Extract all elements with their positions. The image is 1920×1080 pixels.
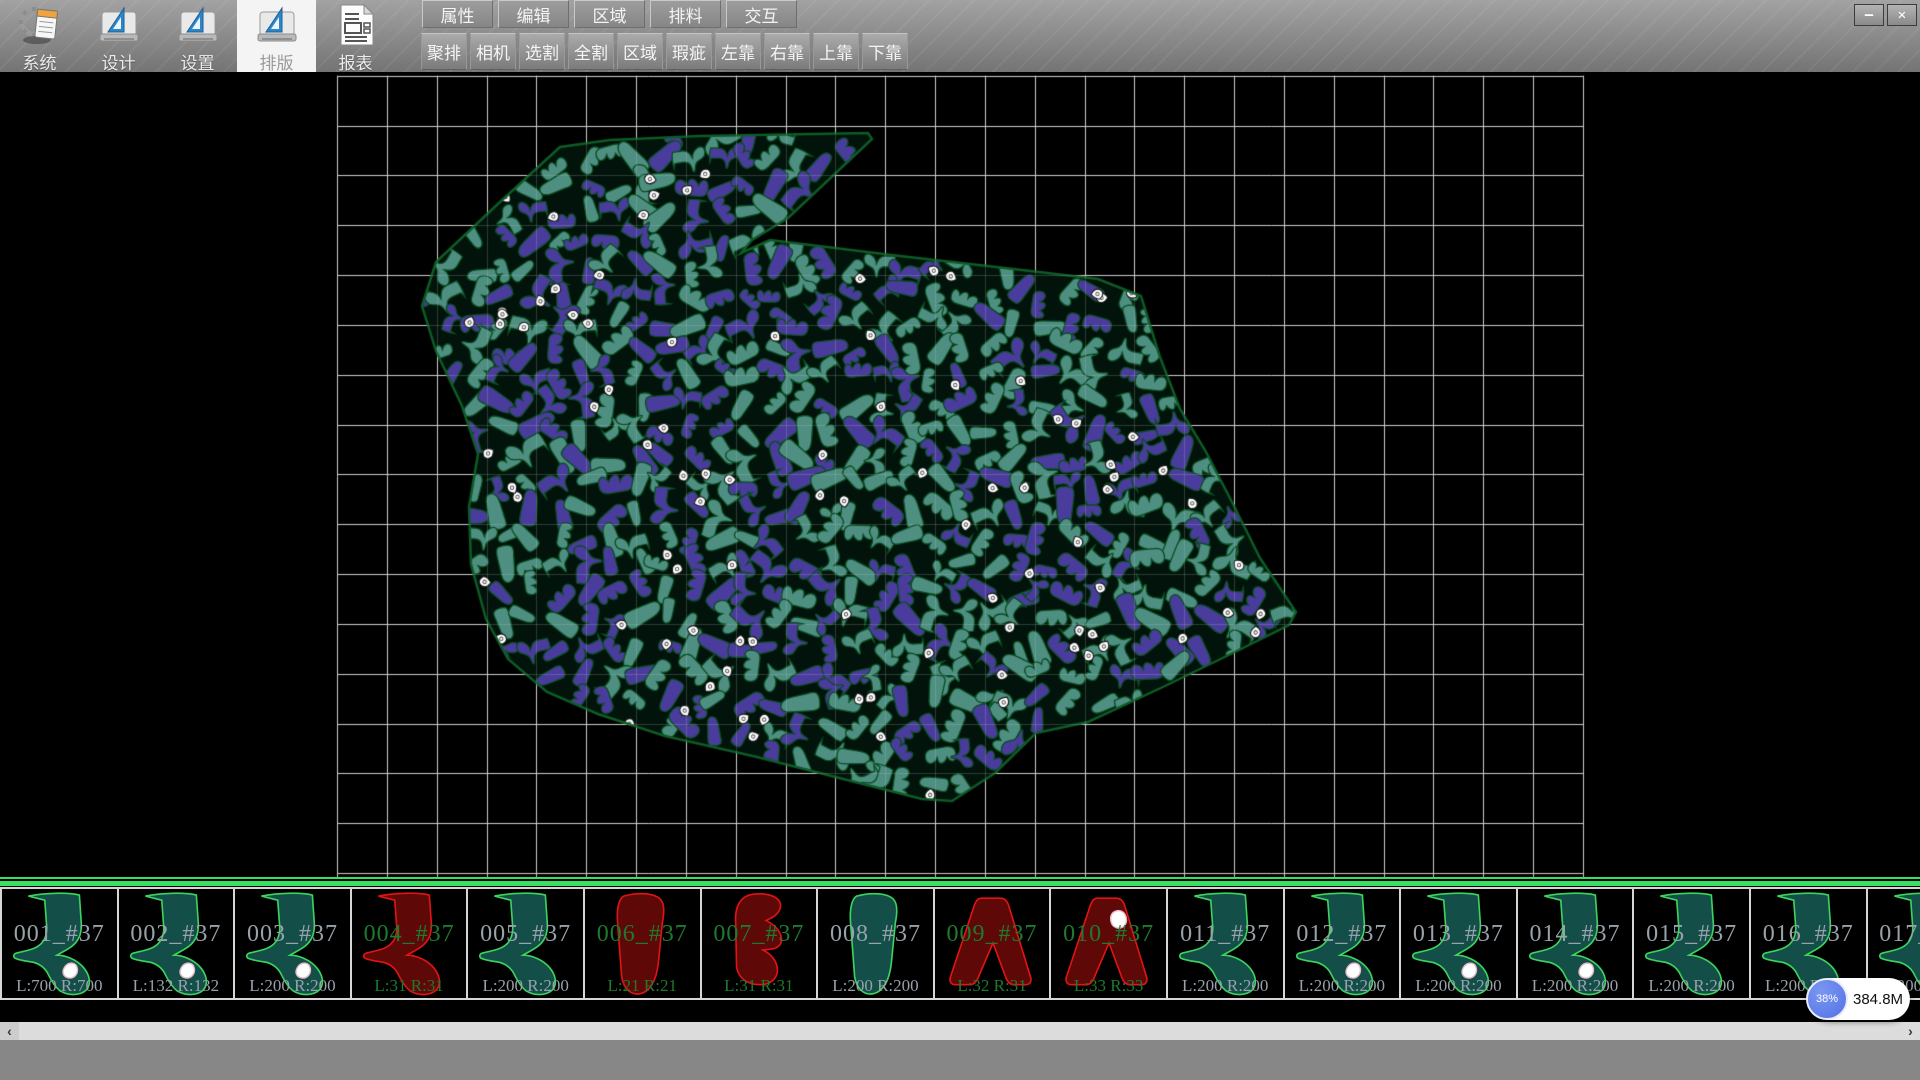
piece-id-label: 006_#37 bbox=[585, 921, 700, 948]
piece-id-label: 012_#37 bbox=[1285, 921, 1400, 948]
piece-lr-label: L:200 R:200 bbox=[235, 976, 350, 996]
tool-align-left[interactable]: 左靠 bbox=[715, 33, 761, 70]
ruler-icon bbox=[175, 2, 221, 48]
scroll-left-arrow[interactable]: ‹ bbox=[0, 1022, 19, 1040]
piece-id-label: 008_#37 bbox=[818, 921, 933, 948]
menu-bar: 属性编辑区域排料交互 bbox=[422, 0, 797, 30]
menu-edit[interactable]: 编辑 bbox=[498, 0, 569, 28]
piece-id-label: 001_#37 bbox=[2, 921, 117, 948]
piece-lr-label: L:200 R:200 bbox=[1285, 976, 1400, 996]
horizontal-scrollbar[interactable]: ‹ › bbox=[0, 1022, 1920, 1040]
piece-thumbnail[interactable]: 010_#37 L:33 R:33 bbox=[1049, 887, 1168, 1000]
tool-align-top[interactable]: 上靠 bbox=[813, 33, 859, 70]
piece-thumbnail[interactable]: 002_#37 L:132 R:132 bbox=[117, 887, 236, 1000]
report-icon bbox=[333, 2, 379, 48]
piece-lr-label: L:132 R:132 bbox=[119, 976, 234, 996]
menu-material[interactable]: 排料 bbox=[650, 0, 721, 28]
piece-thumbnail[interactable]: 013_#37 L:200 R:200 bbox=[1399, 887, 1518, 1000]
tool-defect[interactable]: 瑕疵 bbox=[666, 33, 712, 70]
piece-thumbnail-strip: 001_#37L:700 R:700002_#37L:132 R:132003_… bbox=[0, 887, 1920, 1000]
app-tab-label: 设置 bbox=[181, 49, 215, 74]
strip-separator-band bbox=[0, 881, 1920, 886]
piece-lr-label: L:200 R:200 bbox=[1168, 976, 1283, 996]
piece-thumbnail[interactable]: 015_#37 L:200 R:200 bbox=[1632, 887, 1751, 1000]
piece-lr-label: L:200 R:200 bbox=[468, 976, 583, 996]
tool-camera[interactable]: 相机 bbox=[470, 33, 516, 70]
piece-thumbnail[interactable]: 005_#37 L:200 R:200 bbox=[466, 887, 585, 1000]
app-tab-label: 排版 bbox=[260, 49, 294, 74]
tool-full-cut[interactable]: 全割 bbox=[568, 33, 614, 70]
piece-id-label: 004_#37 bbox=[352, 921, 467, 948]
piece-thumbnail[interactable]: 003_#37 L:200 R:200 bbox=[233, 887, 352, 1000]
menu-interact[interactable]: 交互 bbox=[726, 0, 797, 28]
menu-region[interactable]: 区域 bbox=[574, 0, 645, 28]
top-toolbar: 系统设计设置排版报表 属性编辑区域排料交互 聚排相机选割全割区域瑕疵左靠右靠上靠… bbox=[0, 0, 1920, 72]
app-tab-bar: 系统 设计 设置 排版 报表 bbox=[0, 0, 395, 72]
piece-id-label: 002_#37 bbox=[119, 921, 234, 948]
piece-lr-label: L:31 R:31 bbox=[352, 976, 467, 996]
window-footer bbox=[0, 1040, 1920, 1080]
progress-percent: 38% bbox=[1816, 993, 1838, 1005]
piece-id-label: 013_#37 bbox=[1401, 921, 1516, 948]
piece-thumbnail[interactable]: 014_#37 L:200 R:200 bbox=[1516, 887, 1635, 1000]
nesting-app-window: 系统设计设置排版报表 属性编辑区域排料交互 聚排相机选割全割区域瑕疵左靠右靠上靠… bbox=[0, 0, 1920, 1080]
piece-id-label: 017_#37 bbox=[1868, 921, 1920, 948]
piece-id-label: 014_#37 bbox=[1518, 921, 1633, 948]
memory-status-badge[interactable]: 38% 384.8M bbox=[1808, 978, 1910, 1020]
app-tab-label: 系统 bbox=[23, 49, 57, 74]
piece-lr-label: L:33 R:33 bbox=[1051, 976, 1166, 996]
piece-thumbnail[interactable]: 008_#37 L:200 R:200 bbox=[816, 887, 935, 1000]
piece-id-label: 003_#37 bbox=[235, 921, 350, 948]
piece-lr-label: L:31 R:31 bbox=[702, 976, 817, 996]
piece-thumbnail[interactable]: 011_#37 L:200 R:200 bbox=[1166, 887, 1285, 1000]
piece-thumbnail[interactable]: 009_#37 L:32 R:31 bbox=[933, 887, 1052, 1000]
piece-lr-label: L:21 R:21 bbox=[585, 976, 700, 996]
window-controls: — ✕ bbox=[1854, 4, 1917, 26]
tool-select-cut[interactable]: 选割 bbox=[519, 33, 565, 70]
piece-lr-label: L:200 R:200 bbox=[1634, 976, 1749, 996]
piece-lr-label: L:200 R:200 bbox=[1401, 976, 1516, 996]
app-tab-label: 报表 bbox=[339, 49, 373, 74]
ruler-icon bbox=[254, 2, 300, 48]
app-tab-system[interactable]: 系统 bbox=[0, 0, 79, 72]
app-tab-settings[interactable]: 设置 bbox=[158, 0, 237, 72]
tool-region[interactable]: 区域 bbox=[617, 33, 663, 70]
app-tab-report[interactable]: 报表 bbox=[316, 0, 395, 72]
menu-properties[interactable]: 属性 bbox=[422, 0, 493, 28]
tool-cluster-nest[interactable]: 聚排 bbox=[421, 33, 467, 70]
piece-thumbnail[interactable]: 001_#37 L:700 R:700 bbox=[0, 887, 119, 1000]
strip-separator-line bbox=[0, 877, 1920, 879]
progress-circle: 38% bbox=[1806, 978, 1848, 1020]
tool-align-bottom[interactable]: 下靠 bbox=[862, 33, 908, 70]
piece-id-label: 005_#37 bbox=[468, 921, 583, 948]
app-tab-label: 设计 bbox=[102, 49, 136, 74]
piece-lr-label: L:700 R:700 bbox=[2, 976, 117, 996]
nest-canvas[interactable] bbox=[0, 72, 1920, 877]
nesting-workspace: 001_#37L:700 R:700002_#37L:132 R:132003_… bbox=[0, 72, 1920, 1022]
piece-thumbnail[interactable]: 012_#37 L:200 R:200 bbox=[1283, 887, 1402, 1000]
piece-id-label: 015_#37 bbox=[1634, 921, 1749, 948]
piece-thumbnail[interactable]: 006_#37 L:21 R:21 bbox=[583, 887, 702, 1000]
piece-lr-label: L:32 R:31 bbox=[935, 976, 1050, 996]
piece-id-label: 010_#37 bbox=[1051, 921, 1166, 948]
system-icon bbox=[17, 2, 63, 48]
app-tab-layout[interactable]: 排版 bbox=[237, 0, 316, 72]
app-tab-design[interactable]: 设计 bbox=[79, 0, 158, 72]
piece-id-label: 011_#37 bbox=[1168, 921, 1283, 948]
scroll-right-arrow[interactable]: › bbox=[1901, 1022, 1920, 1040]
piece-id-label: 007_#37 bbox=[702, 921, 817, 948]
ruler-icon bbox=[96, 2, 142, 48]
piece-id-label: 009_#37 bbox=[935, 921, 1050, 948]
tool-bar: 聚排相机选割全割区域瑕疵左靠右靠上靠下靠 bbox=[421, 33, 908, 71]
memory-value: 384.8M bbox=[1853, 991, 1903, 1008]
tool-align-right[interactable]: 右靠 bbox=[764, 33, 810, 70]
minimize-button[interactable]: — bbox=[1854, 4, 1884, 26]
piece-lr-label: L:200 R:200 bbox=[1518, 976, 1633, 996]
piece-lr-label: L:200 R:200 bbox=[818, 976, 933, 996]
piece-id-label: 016_#37 bbox=[1751, 921, 1866, 948]
piece-thumbnail[interactable]: 007_#37 L:31 R:31 bbox=[700, 887, 819, 1000]
close-button[interactable]: ✕ bbox=[1887, 4, 1917, 26]
piece-thumbnail[interactable]: 004_#37 L:31 R:31 bbox=[350, 887, 469, 1000]
